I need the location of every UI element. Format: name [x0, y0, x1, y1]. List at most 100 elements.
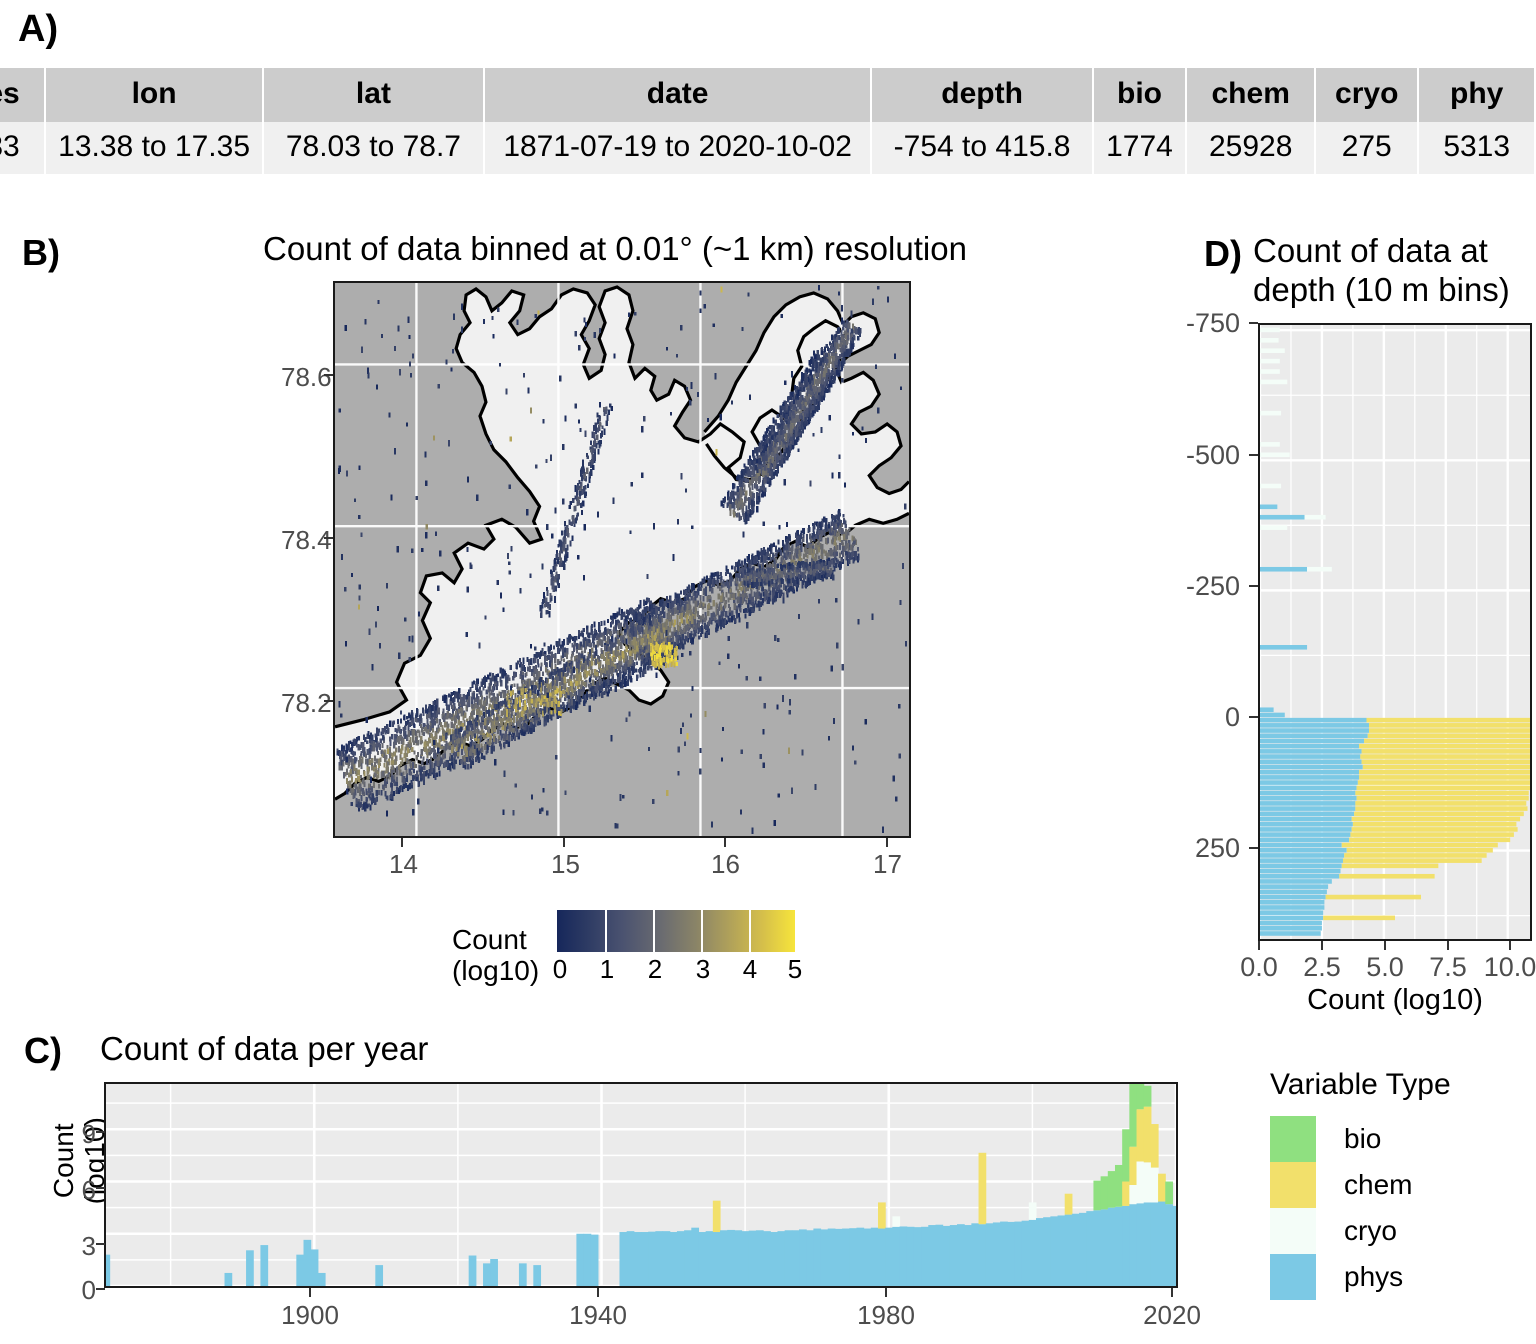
panel-d-ytick-500: -500 — [1185, 440, 1240, 470]
summary-table: es lon lat date depth bio chem cryo phy … — [0, 68, 1536, 174]
legend-item-cryo[interactable]: cryo — [1270, 1208, 1451, 1254]
map-ytick-784: 78.4 — [281, 525, 332, 555]
cell-lat: 78.03 to 78.7 — [264, 122, 483, 174]
panel-d-xtick-mark-7p5 — [1447, 941, 1449, 950]
map-ytick-mark-1 — [324, 374, 333, 376]
colorbar-title: Count (log10) — [452, 924, 562, 987]
panel-c-xtick-1980: 1980 — [857, 1300, 915, 1330]
panel-d-ytick-750: -750 — [1185, 308, 1240, 338]
panel-d-title: Count of data at depth (10 m bins) — [1253, 232, 1536, 310]
colorbar-sep-4 — [749, 910, 751, 952]
col-header-chem: chem — [1187, 68, 1315, 122]
map-xtick-mark-3 — [724, 838, 726, 847]
legend-label-chem: chem — [1344, 1169, 1413, 1200]
map-ytick-mark-3 — [324, 700, 333, 702]
colorbar-tick-3: 3 — [695, 954, 711, 984]
panel-d-xtick-mark-2p5 — [1321, 941, 1323, 950]
depth-count-svg — [1260, 325, 1530, 939]
year-count-svg — [106, 1084, 1176, 1286]
cell-chem: 25928 — [1187, 122, 1315, 174]
col-header-lat: lat — [264, 68, 483, 122]
colorbar-sep-5 — [795, 910, 797, 952]
col-header-depth: depth — [872, 68, 1092, 122]
panel-c-ytick-mark-3 — [96, 1243, 105, 1245]
panel-d-xtick-0: 0.0 — [1240, 952, 1278, 982]
col-header-date: date — [484, 68, 871, 122]
col-header-files: es — [0, 68, 45, 122]
map-xtick-mark-1 — [401, 838, 403, 847]
panel-c-xtick-1900: 1900 — [281, 1300, 339, 1330]
map-xtick-17: 17 — [873, 849, 902, 879]
colorbar-tick-0: 0 — [552, 954, 568, 984]
panel-c-xtick-1940: 1940 — [569, 1300, 627, 1330]
panel-d-xtick-7p5: 7.5 — [1429, 952, 1467, 982]
panel-d-ytick-mark-250 — [1249, 585, 1258, 587]
col-header-bio: bio — [1093, 68, 1186, 122]
panel-c-ytick-0: 0 — [81, 1275, 96, 1305]
legend-item-bio[interactable]: bio — [1270, 1116, 1451, 1162]
colorbar-tick-1: 1 — [599, 954, 615, 984]
panel-d-ytick-0: 0 — [1224, 702, 1240, 732]
variable-type-legend: Variable Type bio chem cryo phys — [1270, 1068, 1451, 1300]
legend-title: Variable Type — [1270, 1068, 1451, 1101]
year-count-plot — [104, 1082, 1178, 1288]
panel-d-xlabel: Count (log10) — [1307, 984, 1483, 1016]
panel-c-xtick-mark-1940 — [597, 1288, 599, 1297]
legend-item-phys[interactable]: phys — [1270, 1254, 1451, 1300]
panel-c-xtick-2020: 2020 — [1143, 1300, 1201, 1330]
panel-c-ytick-mark-9 — [96, 1131, 105, 1133]
panel-b-letter: B) — [22, 232, 60, 273]
colorbar-title-line2: (log10) — [452, 955, 540, 987]
colorbar-title-line1: Count — [452, 924, 527, 955]
colorbar-tick-2: 2 — [647, 954, 663, 984]
colorbar-gradient — [557, 910, 797, 952]
panel-d-ytick-mark-500 — [1249, 454, 1258, 456]
summary-table-element: es lon lat date depth bio chem cryo phy … — [0, 68, 1536, 174]
legend-item-chem[interactable]: chem — [1270, 1162, 1451, 1208]
map-ytick-mark-2 — [324, 537, 333, 539]
col-header-phys: phy — [1419, 68, 1534, 122]
map-ytick-786: 78.6 — [281, 362, 332, 392]
cell-files: 33 — [0, 122, 45, 174]
map-xtick-16: 16 — [711, 849, 740, 879]
depth-count-plot — [1258, 323, 1532, 941]
map-ytick-782: 78.2 — [281, 688, 332, 718]
table-header-row: es lon lat date depth bio chem cryo phy — [0, 68, 1534, 122]
panel-d-title-line1: Count of data at — [1253, 232, 1488, 269]
panel-c-ytick-6: 6 — [81, 1175, 96, 1205]
map-svg — [335, 283, 909, 836]
panel-d-xtick-mark-0 — [1258, 941, 1260, 950]
colorbar-sep-1 — [605, 910, 607, 952]
panel-d-ytick-250: -250 — [1185, 571, 1240, 601]
panel-b-title: Count of data binned at 0.01° (~1 km) re… — [263, 230, 967, 267]
colorbar-tick-labels: 0 1 2 3 4 5 — [553, 954, 802, 988]
panel-c-ylabel: Count (log10) — [48, 1071, 111, 1251]
panel-c-xtick-mark-1900 — [309, 1288, 311, 1297]
panel-c-xtick-mark-2020 — [1171, 1288, 1173, 1297]
colorbar-tick-5: 5 — [787, 954, 803, 984]
panel-c-letter: C) — [24, 1030, 62, 1071]
legend-label-cryo: cryo — [1344, 1215, 1397, 1246]
panel-c-ytick-mark-0 — [96, 1288, 105, 1290]
cell-bio: 1774 — [1093, 122, 1186, 174]
map-xtick-14: 14 — [389, 849, 418, 879]
panel-d-xtick-mark-10 — [1509, 941, 1511, 950]
colorbar-sep-2 — [653, 910, 655, 952]
legend-swatch-chem — [1270, 1162, 1316, 1208]
colorbar-tick-4: 4 — [742, 954, 758, 984]
panel-a-letter: A) — [18, 8, 59, 50]
panel-c-ytick-9: 9 — [81, 1119, 96, 1149]
panel-d-xtick-2p5: 2.5 — [1303, 952, 1341, 982]
panel-d-ytick-mark-750 — [1249, 322, 1258, 324]
panel-d-ytick-mark-0 — [1249, 716, 1258, 718]
map-xtick-mark-2 — [563, 838, 565, 847]
legend-swatch-bio — [1270, 1116, 1316, 1162]
panel-c-ytick-3: 3 — [81, 1231, 96, 1261]
map-xtick-15: 15 — [551, 849, 580, 879]
panel-d-xtick-mark-5 — [1384, 941, 1386, 950]
panel-d-ytick-250p: 250 — [1194, 833, 1240, 863]
legend-swatch-phys — [1270, 1254, 1316, 1300]
panel-d-xtick-5: 5.0 — [1366, 952, 1404, 982]
legend-label-phys: phys — [1344, 1261, 1404, 1292]
cell-date: 1871-07-19 to 2020-10-02 — [484, 122, 871, 174]
